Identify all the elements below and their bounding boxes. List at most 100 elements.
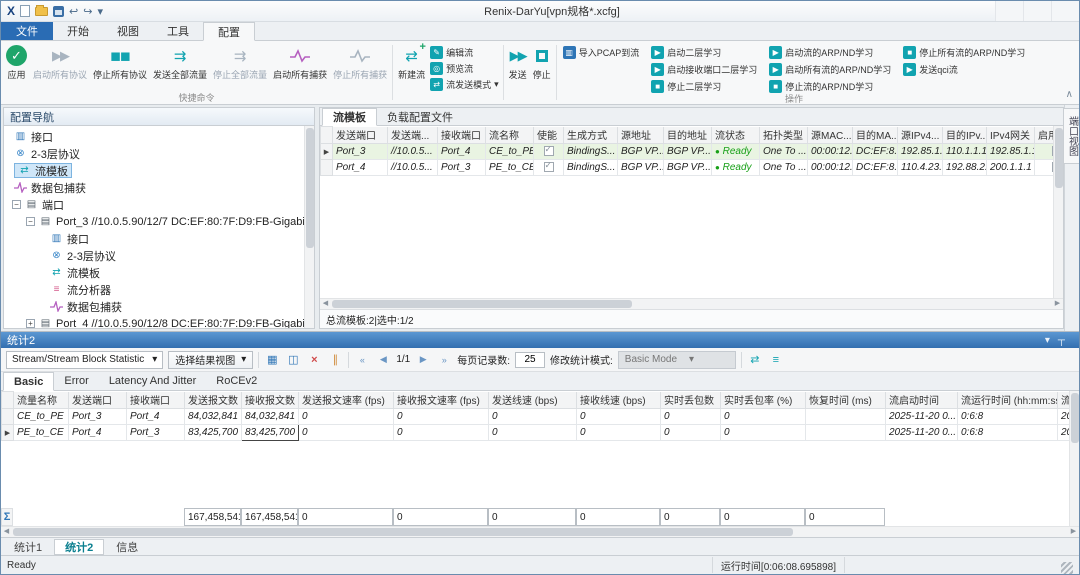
new-file-icon[interactable] xyxy=(20,5,30,17)
cell[interactable]: 00:00:12... xyxy=(808,144,853,160)
tree-item-port3-protocol[interactable]: 2-3层协议 xyxy=(4,247,314,264)
cell[interactable]: 0 xyxy=(299,425,394,441)
minimize-button[interactable] xyxy=(995,1,1023,21)
tab-file[interactable]: 文件 xyxy=(1,22,53,40)
tree-item-port3-capture[interactable]: 数据包捕获 xyxy=(4,298,314,315)
cell[interactable]: 2025-11-20 0... xyxy=(886,409,958,425)
cell[interactable]: 0 xyxy=(394,425,489,441)
col-header[interactable]: 实时丢包率 (%) xyxy=(721,392,806,409)
redo-icon[interactable] xyxy=(83,5,92,18)
cell[interactable]: CE_to_PE xyxy=(14,409,69,425)
stop-l2-learning-button[interactable]: 停止二层学习 xyxy=(651,79,757,93)
collapse-expander-icon[interactable] xyxy=(26,217,35,226)
cell[interactable]: BGP VP... xyxy=(664,160,712,176)
save-results-icon[interactable] xyxy=(285,352,301,368)
cell[interactable]: 0 xyxy=(721,425,806,441)
resize-grip[interactable] xyxy=(1061,562,1073,574)
stream-row-ce-to-pe[interactable]: ▶ Port_3 //10.0.5... Port_4 CE_to_PE Bin… xyxy=(321,144,1064,160)
col-header[interactable]: 生成方式 xyxy=(564,127,618,144)
cell[interactable]: 192.85.1.2 xyxy=(898,144,943,160)
col-header[interactable]: 流量名称 xyxy=(14,392,69,409)
col-header[interactable]: 源MAC... xyxy=(808,127,853,144)
col-header[interactable]: 接收线速 (bps) xyxy=(577,392,661,409)
start-all-streams-arp-nd-button[interactable]: 启动所有流的ARP/ND学习 xyxy=(769,62,891,76)
tab-latency-jitter[interactable]: Latency And Jitter xyxy=(99,372,206,390)
cell[interactable]: 2025-11-20 0... xyxy=(886,425,958,441)
cell[interactable]: DC:EF:8... xyxy=(853,160,898,176)
scroll-right-icon[interactable]: ▶ xyxy=(1068,527,1079,537)
cell[interactable]: DC:EF:8... xyxy=(853,144,898,160)
expand-expander-icon[interactable] xyxy=(26,319,35,328)
cell[interactable]: 0 xyxy=(489,409,577,425)
collapse-expander-icon[interactable] xyxy=(12,200,21,209)
stats-horizontal-scrollbar[interactable]: ◀ ▶ xyxy=(1,526,1079,537)
cell[interactable]: 84,032,841 xyxy=(242,409,299,425)
cell[interactable]: BGP VP... xyxy=(664,144,712,160)
port-view-tab[interactable]: 端口视图 xyxy=(1063,108,1080,164)
col-header[interactable]: 接收报文速率 (fps) xyxy=(394,392,489,409)
tab-error[interactable]: Error xyxy=(54,372,98,390)
col-header[interactable]: 接收端口 xyxy=(127,392,185,409)
edit-columns-icon[interactable] xyxy=(264,352,280,368)
tab-config[interactable]: 配置 xyxy=(203,22,255,41)
pin-icon[interactable] xyxy=(1058,335,1065,346)
col-header[interactable]: 目的IPv... xyxy=(943,127,987,144)
statistic-view-selector[interactable]: Stream/Stream Block Statistic xyxy=(6,351,163,369)
col-header[interactable]: 发送端口 xyxy=(69,392,127,409)
col-header[interactable]: 发送端... xyxy=(388,127,438,144)
tree-item-interface[interactable]: 接口 xyxy=(4,128,314,145)
stream-horizontal-scrollbar[interactable]: ◀ ▶ xyxy=(320,298,1063,309)
send-button[interactable]: 发送 xyxy=(506,42,530,81)
page-size-input[interactable] xyxy=(515,352,545,368)
tree-item-port3-stream-template[interactable]: 流模板 xyxy=(4,264,314,281)
col-header[interactable]: 发送报文速率 (fps) xyxy=(299,392,394,409)
cell[interactable]: Port_3 xyxy=(333,144,388,160)
cell[interactable]: One To ... xyxy=(760,144,808,160)
cell[interactable]: //10.0.5... xyxy=(388,144,438,160)
col-header[interactable]: 目的地址 xyxy=(664,127,712,144)
col-header[interactable]: 接收端口 xyxy=(438,127,486,144)
collapse-ribbon-icon[interactable] xyxy=(1066,89,1073,100)
maximize-button[interactable] xyxy=(1023,1,1051,21)
tab-info[interactable]: 信息 xyxy=(106,539,148,555)
col-header[interactable]: 源地址 xyxy=(618,127,664,144)
cell[interactable]: 200.1.1.1 xyxy=(987,160,1035,176)
cell[interactable]: Port_3 xyxy=(438,160,486,176)
send-all-traffic-button[interactable]: 发送全部流量 xyxy=(150,42,210,81)
stream-send-mode-button[interactable]: 流发送模式 xyxy=(430,77,499,91)
tab-rocev2[interactable]: RoCEv2 xyxy=(206,372,267,390)
tab-load-profile[interactable]: 负载配置文件 xyxy=(377,108,463,125)
stop-button[interactable]: 停止 xyxy=(530,42,554,81)
next-page-icon[interactable] xyxy=(415,352,431,368)
scroll-right-icon[interactable]: ▶ xyxy=(1052,299,1063,309)
col-header[interactable]: 接收报文数 xyxy=(242,392,299,409)
stop-all-captures-button[interactable]: 停止所有捕获 xyxy=(330,42,390,81)
apply-mode-icon[interactable] xyxy=(747,352,763,368)
cell[interactable]: 0 xyxy=(394,409,489,425)
col-header[interactable]: 流名称 xyxy=(486,127,534,144)
tab-start[interactable]: 开始 xyxy=(53,22,103,40)
col-header[interactable]: 拓扑类型 xyxy=(760,127,808,144)
cell[interactable] xyxy=(806,409,886,425)
tree-item-port3[interactable]: Port_3 //10.0.5.90/12/7 DC:EF:80:7F:D9:F… xyxy=(4,213,314,230)
tree-item-stream-template[interactable]: 流模板 xyxy=(4,162,314,179)
start-all-protocols-button[interactable]: 启动所有协议 xyxy=(30,42,90,81)
enabled-checkbox[interactable] xyxy=(544,146,554,156)
tab-statistics2[interactable]: 统计2 xyxy=(54,539,104,555)
undo-icon[interactable] xyxy=(69,5,78,18)
select-result-view-button[interactable]: 选择结果视图 xyxy=(168,351,253,369)
tab-view[interactable]: 视图 xyxy=(103,22,153,40)
statistics-mode-dropdown[interactable]: Basic Mode xyxy=(618,351,736,369)
col-header[interactable]: 发送端口 xyxy=(333,127,388,144)
save-icon[interactable] xyxy=(53,6,64,17)
cell[interactable]: PE_to_CE xyxy=(14,425,69,441)
cell[interactable]: PE_to_CE xyxy=(486,160,534,176)
customize-toolbar-icon[interactable] xyxy=(97,5,103,18)
col-header[interactable]: 发送报文数 xyxy=(185,392,242,409)
cell[interactable]: Port_3 xyxy=(127,425,185,441)
cell[interactable] xyxy=(806,425,886,441)
open-folder-icon[interactable] xyxy=(35,7,48,16)
cell[interactable]: BindingS... xyxy=(564,144,618,160)
edit-stream-button[interactable]: 编辑流 xyxy=(430,45,499,59)
cell[interactable]: Port_3 xyxy=(69,409,127,425)
